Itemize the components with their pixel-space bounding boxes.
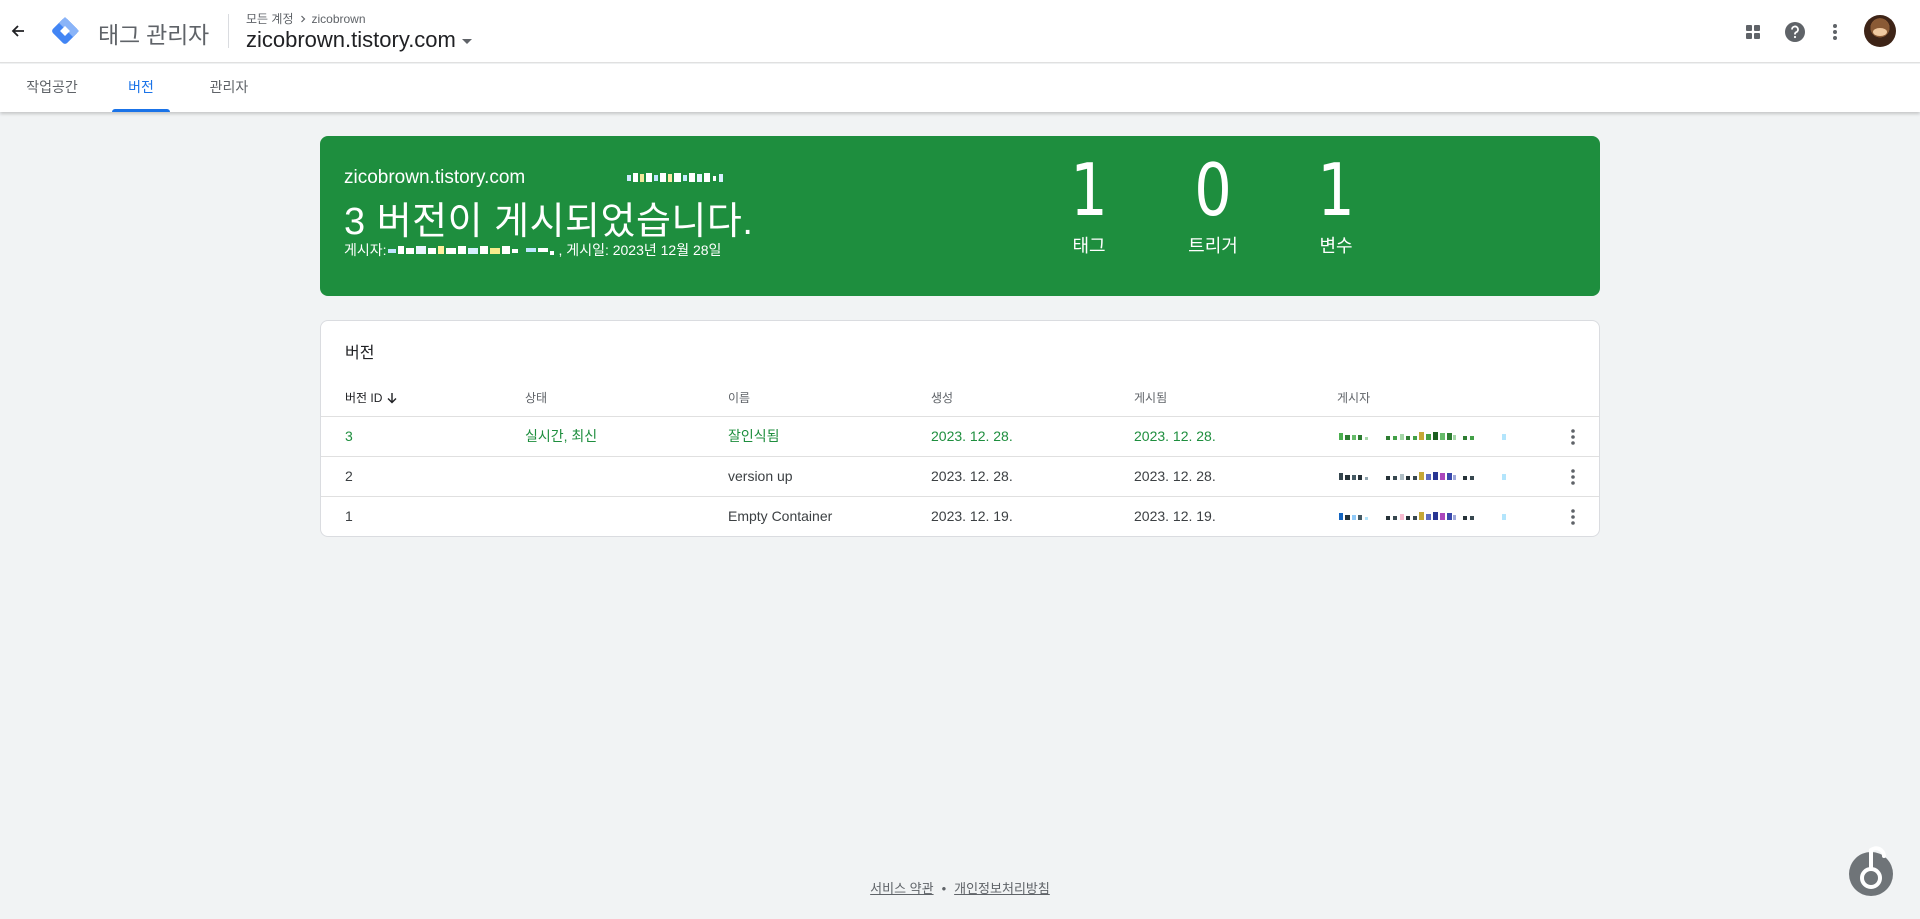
- version-name[interactable]: Empty Container: [728, 497, 832, 537]
- redacted-publisher: [1339, 512, 1506, 520]
- column-header-created: 생성: [931, 391, 954, 405]
- container-selector[interactable]: zicobrown.tistory.com: [246, 27, 472, 53]
- redacted-publisher: [1339, 472, 1506, 480]
- tag-manager-logo: [52, 17, 79, 44]
- published-version-banner: zicobrown.tistory.com 3 버전이 게시되었습니다. 게시자…: [320, 136, 1600, 296]
- more-vert-icon[interactable]: [1561, 425, 1585, 449]
- banner-container-name: zicobrown.tistory.com: [344, 167, 526, 188]
- breadcrumb-all-accounts[interactable]: 모든 계정: [246, 10, 294, 27]
- apps-grid-icon[interactable]: [1740, 19, 1766, 45]
- help-icon[interactable]: [1782, 19, 1808, 45]
- stat-variables: 1 변수: [1291, 148, 1381, 258]
- redacted-publisher: [1339, 432, 1506, 440]
- stat-variables-count: 1: [1317, 148, 1355, 232]
- publish-date: , 게시일: 2023년 12월 28일: [558, 242, 722, 258]
- column-header-name: 이름: [728, 391, 751, 405]
- stat-tags: 1 태그: [1044, 148, 1134, 258]
- stat-triggers-count: 0: [1194, 148, 1232, 232]
- dropdown-arrow-icon: [461, 39, 472, 44]
- version-status: 실시간, 최신: [525, 428, 598, 444]
- assistant-fab-icon[interactable]: [1846, 836, 1896, 898]
- versions-table-card: 버전 버전 ID 상태 이름 생성 게시됨 게시자 3 실시간, 최신 잘인식됨…: [320, 320, 1600, 537]
- column-header-published: 게시됨: [1134, 391, 1168, 405]
- avatar[interactable]: [1864, 15, 1896, 47]
- stat-triggers-label: 트리거: [1188, 236, 1238, 256]
- arrow-down-icon: [387, 392, 397, 403]
- column-header-status: 상태: [525, 391, 548, 405]
- stat-tags-label: 태그: [1072, 236, 1106, 256]
- back-arrow-icon[interactable]: [6, 19, 30, 43]
- version-name[interactable]: version up: [728, 457, 793, 497]
- column-header-publisher: 게시자: [1337, 391, 1371, 405]
- privacy-link[interactable]: 개인정보처리방침: [954, 881, 1050, 896]
- container-name: zicobrown.tistory.com: [246, 27, 456, 52]
- terms-link[interactable]: 서비스 약관: [870, 881, 933, 896]
- more-vert-icon[interactable]: [1822, 19, 1848, 45]
- column-header-version-id[interactable]: 버전 ID: [345, 389, 398, 406]
- version-name[interactable]: 잘인식됨: [728, 417, 780, 457]
- versions-card-title: 버전: [345, 345, 375, 362]
- tab-versions[interactable]: 버전: [112, 64, 170, 112]
- version-created: 2023. 12. 19.: [931, 508, 1013, 524]
- stat-variables-label: 변수: [1319, 236, 1353, 256]
- breadcrumb-account[interactable]: zicobrown: [312, 12, 366, 26]
- table-row[interactable]: 3 실시간, 최신 잘인식됨 2023. 12. 28. 2023. 12. 2…: [321, 416, 1599, 456]
- app-title: 태그 관리자: [98, 22, 209, 48]
- top-app-bar: 태그 관리자 모든 계정 zicobrown zicobrown.tistory…: [0, 0, 1920, 63]
- breadcrumb: 모든 계정 zicobrown: [246, 10, 366, 27]
- publisher-label: 게시자:: [344, 242, 387, 258]
- version-published: 2023. 12. 19.: [1134, 508, 1216, 524]
- version-id[interactable]: 2: [345, 457, 353, 497]
- version-created: 2023. 12. 28.: [931, 468, 1013, 484]
- tab-workspace[interactable]: 작업공간: [22, 64, 82, 112]
- version-id[interactable]: 3: [345, 417, 353, 457]
- footer: 서비스 약관 • 개인정보처리방침: [0, 878, 1920, 897]
- more-vert-icon[interactable]: [1561, 505, 1585, 529]
- version-published: 2023. 12. 28.: [1134, 428, 1216, 444]
- version-id[interactable]: 1: [345, 497, 353, 537]
- column-header-version-id-label: 버전 ID: [345, 391, 383, 405]
- banner-title: 3 버전이 게시되었습니다.: [344, 201, 754, 243]
- tab-admin[interactable]: 관리자: [200, 64, 258, 112]
- stat-triggers: 0 트리거: [1168, 148, 1258, 258]
- footer-separator: •: [941, 881, 947, 896]
- version-published: 2023. 12. 28.: [1134, 468, 1216, 484]
- table-row[interactable]: 2 version up 2023. 12. 28. 2023. 12. 28.: [321, 456, 1599, 496]
- table-row[interactable]: 1 Empty Container 2023. 12. 19. 2023. 12…: [321, 496, 1599, 536]
- version-created: 2023. 12. 28.: [931, 428, 1013, 444]
- more-vert-icon[interactable]: [1561, 465, 1585, 489]
- header-divider: [228, 14, 229, 48]
- chevron-right-icon: [300, 15, 305, 22]
- redacted-publisher: [387, 246, 554, 255]
- redacted-container-id: [627, 173, 723, 182]
- banner-publish-info: 게시자: , 게시일: 2023년 12월 28일: [344, 240, 721, 260]
- tab-bar: 작업공간 버전 관리자: [0, 64, 1920, 112]
- stat-tags-count: 1: [1070, 148, 1108, 232]
